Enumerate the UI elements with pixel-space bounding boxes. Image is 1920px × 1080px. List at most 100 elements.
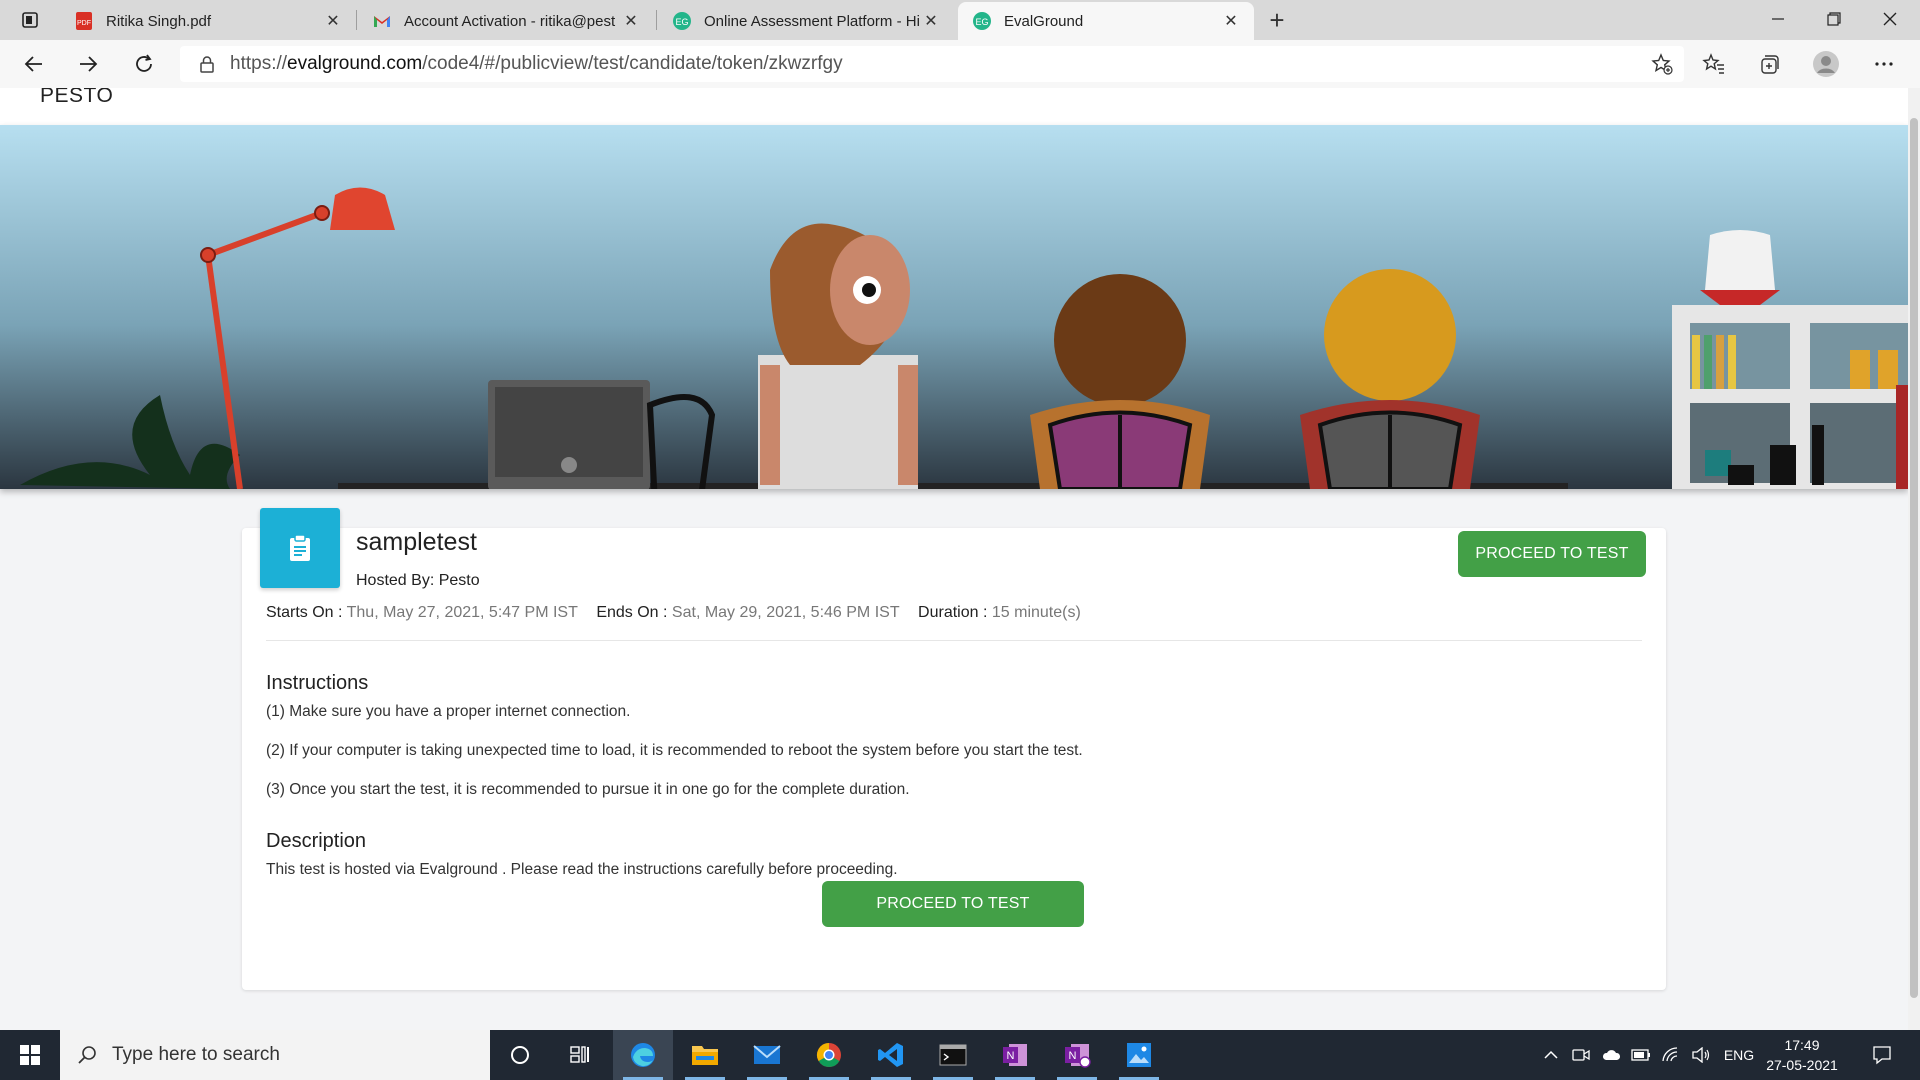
profile-button[interactable] xyxy=(1808,46,1844,82)
forward-button[interactable] xyxy=(70,46,106,82)
address-bar[interactable]: https://evalground.com/code4/#/publicvie… xyxy=(180,46,1684,82)
refresh-button[interactable] xyxy=(126,46,162,82)
instruction-item: (3) Once you start the test, it is recom… xyxy=(266,781,910,798)
url-text: https://evalground.com/code4/#/publicvie… xyxy=(230,53,843,75)
minimize-button[interactable] xyxy=(1750,0,1806,38)
taskbar-clock[interactable]: 17:49 27-05-2021 xyxy=(1762,1035,1842,1075)
windows-logo-icon xyxy=(20,1045,40,1065)
duration-label: Duration : xyxy=(918,604,988,621)
show-hidden-icons-button[interactable] xyxy=(1538,1030,1564,1080)
page-viewport: PESTO sampletest Hosted By: Pesto PROCEE… xyxy=(0,88,1908,1030)
clock-date: 27-05-2021 xyxy=(1766,1057,1838,1073)
close-tab-icon[interactable]: ✕ xyxy=(920,10,942,32)
favorites-icon xyxy=(1702,53,1724,74)
network-tray[interactable] xyxy=(1658,1030,1684,1080)
scrollbar-thumb[interactable] xyxy=(1910,118,1918,998)
restore-icon xyxy=(1827,12,1841,26)
evalground-icon: EG xyxy=(973,12,991,30)
svg-text:EG: EG xyxy=(975,17,988,27)
tab-label: Online Assessment Platform - Hi xyxy=(704,12,920,30)
taskbar-app-chrome[interactable] xyxy=(799,1030,859,1080)
tab-actions-button[interactable] xyxy=(8,6,52,34)
speaker-icon xyxy=(1692,1047,1710,1063)
search-icon xyxy=(78,1046,96,1064)
cortana-icon xyxy=(511,1046,529,1064)
test-title: sampletest xyxy=(356,528,477,556)
tab-separator xyxy=(356,10,357,30)
brand-logo-text[interactable]: PESTO xyxy=(40,88,113,108)
taskbar-app-file-explorer[interactable] xyxy=(675,1030,735,1080)
edge-icon xyxy=(631,1043,655,1067)
photos-icon xyxy=(1127,1043,1151,1067)
taskbar-app-vscode[interactable] xyxy=(861,1030,921,1080)
taskbar-app-photos[interactable] xyxy=(1109,1030,1169,1080)
settings-more-button[interactable] xyxy=(1866,46,1902,82)
tab-label: Account Activation - ritika@pest xyxy=(404,12,616,30)
proceed-to-test-button-bottom[interactable]: PROCEED TO TEST xyxy=(822,881,1084,927)
ends-label: Ends On : xyxy=(596,604,668,621)
notification-center-button[interactable] xyxy=(1862,1030,1902,1080)
favorites-button[interactable] xyxy=(1696,46,1732,82)
tab-assessment[interactable]: EG Online Assessment Platform - Hi ✕ xyxy=(658,2,954,40)
ends-value: Sat, May 29, 2021, 5:46 PM IST xyxy=(671,604,900,621)
star-add-icon xyxy=(1651,53,1673,75)
meet-now-icon xyxy=(1572,1049,1590,1061)
tab-evalground[interactable]: EG EvalGround ✕ xyxy=(958,2,1254,40)
vscode-icon xyxy=(878,1043,903,1067)
taskbar-app-onenote[interactable]: N xyxy=(985,1030,1045,1080)
page-scrollbar[interactable] xyxy=(1908,88,1920,1030)
more-icon xyxy=(1875,62,1893,66)
onedrive-tray[interactable] xyxy=(1598,1030,1624,1080)
test-clipboard-badge xyxy=(260,508,340,588)
tab-pdf[interactable]: PDF Ritika Singh.pdf ✕ xyxy=(60,2,356,40)
taskbar-app-edge[interactable] xyxy=(613,1030,673,1080)
url-path: /code4/#/publicview/test/candidate/token… xyxy=(422,53,843,74)
instructions-heading: Instructions xyxy=(266,672,369,694)
back-button[interactable] xyxy=(16,46,52,82)
close-tab-icon[interactable]: ✕ xyxy=(620,10,642,32)
proceed-to-test-button-top[interactable]: PROCEED TO TEST xyxy=(1458,531,1646,577)
plus-icon: + xyxy=(1269,4,1285,35)
minimize-icon xyxy=(1772,18,1784,20)
hero-banner-illustration xyxy=(0,125,1908,489)
collections-button[interactable] xyxy=(1752,46,1788,82)
taskbar-app-onenote-2[interactable]: N xyxy=(1047,1030,1107,1080)
add-favorite-button[interactable] xyxy=(1648,50,1676,78)
new-tab-button[interactable]: + xyxy=(1262,4,1292,35)
battery-tray[interactable] xyxy=(1628,1030,1654,1080)
tab-label: Ritika Singh.pdf xyxy=(106,12,212,30)
test-details-card: sampletest Hosted By: Pesto PROCEED TO T… xyxy=(242,508,1666,990)
taskbar-search-input[interactable]: Type here to search xyxy=(60,1030,490,1080)
close-icon xyxy=(1883,12,1897,26)
tab-label: EvalGround xyxy=(1004,12,1084,30)
arrow-left-icon xyxy=(24,56,42,72)
svg-text:EG: EG xyxy=(675,17,688,27)
restore-button[interactable] xyxy=(1806,0,1862,38)
clipboard-icon xyxy=(290,534,310,561)
close-window-button[interactable] xyxy=(1862,0,1918,38)
tab-separator xyxy=(656,10,657,30)
starts-value: Thu, May 27, 2021, 5:47 PM IST xyxy=(346,604,578,621)
site-header: PESTO xyxy=(0,88,1908,125)
meet-now-tray[interactable] xyxy=(1568,1030,1594,1080)
onenote-icon: N xyxy=(1003,1044,1027,1066)
taskbar-app-mail[interactable] xyxy=(737,1030,797,1080)
cortana-button[interactable] xyxy=(490,1030,550,1080)
arrow-right-icon xyxy=(80,56,98,72)
hosted-by-label: Hosted By: xyxy=(356,572,435,589)
volume-tray[interactable] xyxy=(1688,1030,1714,1080)
task-view-button[interactable] xyxy=(550,1030,610,1080)
language-indicator[interactable]: ENG xyxy=(1718,1030,1760,1080)
taskbar-app-terminal[interactable] xyxy=(923,1030,983,1080)
svg-text:PDF: PDF xyxy=(77,20,91,27)
close-tab-icon[interactable]: ✕ xyxy=(322,10,344,32)
start-button[interactable] xyxy=(0,1030,60,1080)
close-tab-icon[interactable]: ✕ xyxy=(1220,10,1242,32)
battery-icon xyxy=(1631,1049,1650,1061)
mail-icon xyxy=(753,1045,781,1064)
tab-gmail[interactable]: Account Activation - ritika@pest ✕ xyxy=(358,2,654,40)
description-heading: Description xyxy=(266,830,367,852)
collections-icon xyxy=(1761,55,1779,74)
description-text: This test is hosted via Evalground . Ple… xyxy=(266,861,898,878)
lock-icon[interactable] xyxy=(198,55,216,73)
